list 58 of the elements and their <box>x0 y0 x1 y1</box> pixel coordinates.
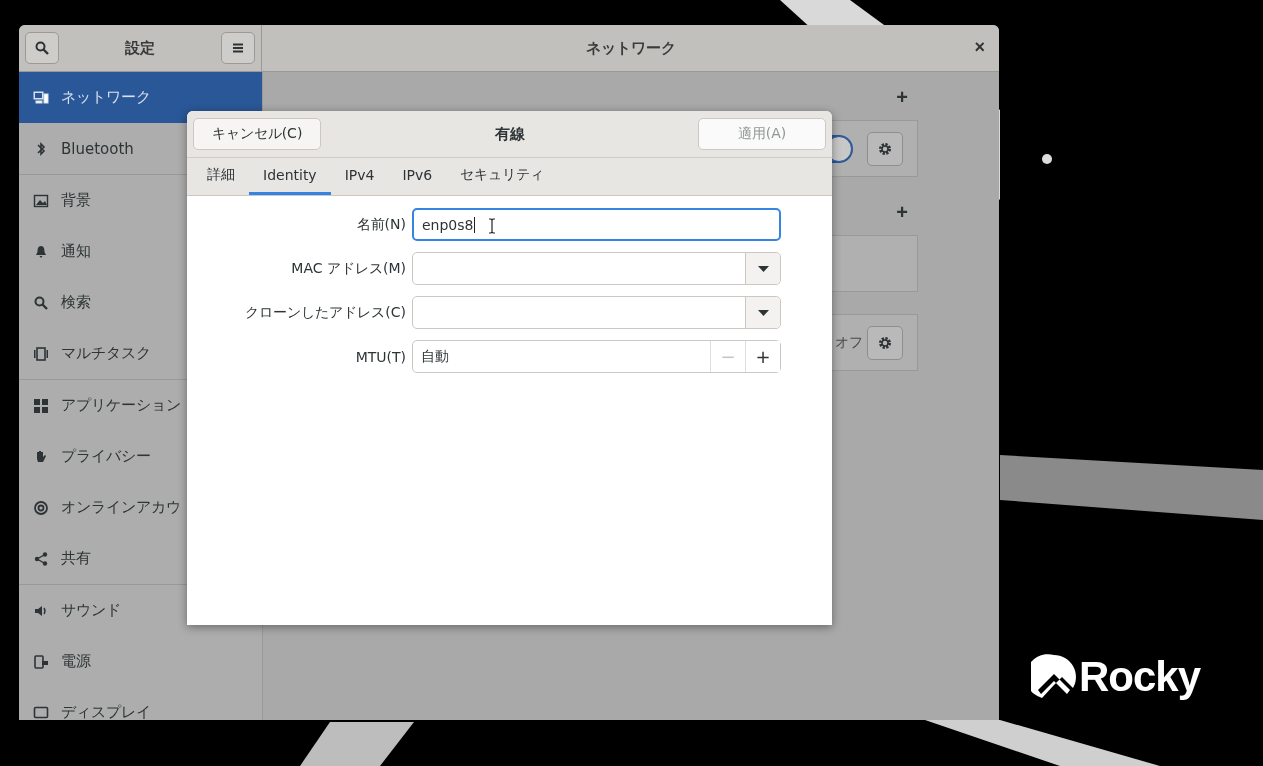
sidebar-item[interactable]: 通知 <box>19 226 262 277</box>
menu-button[interactable] <box>221 32 255 64</box>
sidebar-item[interactable]: アプリケーション <box>19 380 262 431</box>
field-label: 名前(N) <box>355 215 406 234</box>
settings-button[interactable] <box>867 325 903 360</box>
sidebar-item-icon <box>33 89 49 106</box>
dropdown-button[interactable] <box>745 253 780 284</box>
combo-field[interactable] <box>412 252 781 285</box>
tab[interactable]: IPv6 <box>388 158 447 195</box>
settings-icon <box>878 335 892 350</box>
combo-field[interactable] <box>412 296 781 329</box>
window-title: ネットワーク <box>585 38 676 58</box>
caret-icon <box>757 265 769 272</box>
increment-button[interactable]: + <box>745 341 780 372</box>
sidebar-item[interactable]: 共有 <box>19 533 262 584</box>
add-button[interactable]: + <box>892 84 912 110</box>
sidebar-item[interactable]: プライバシー <box>19 431 262 482</box>
text-cursor-icon <box>488 218 496 234</box>
settings-button[interactable] <box>867 131 903 166</box>
search-button[interactable] <box>25 32 59 64</box>
dialog-title: 有線 <box>493 124 526 144</box>
sidebar-item[interactable]: マルチタスク <box>19 328 262 379</box>
spin-field[interactable]: 自動 − + <box>412 340 781 373</box>
logo-text: Rocky <box>1079 653 1201 701</box>
add-button[interactable]: + <box>892 199 912 225</box>
sidebar-item-icon <box>33 192 49 209</box>
tab[interactable]: IPv4 <box>330 158 389 195</box>
tab[interactable]: Identity <box>249 158 331 195</box>
sidebar-item[interactable]: 電源 <box>19 636 262 687</box>
sidebar-item[interactable]: サウンド <box>19 585 262 636</box>
close-button[interactable]: × <box>974 37 985 57</box>
sidebar-item-icon <box>33 499 49 516</box>
dropdown-button[interactable] <box>745 297 780 328</box>
sidebar-item-icon <box>33 345 49 362</box>
tab[interactable]: セキュリティ <box>446 158 559 195</box>
sidebar-item-icon <box>33 243 49 260</box>
settings-icon <box>878 141 892 156</box>
cancel-button[interactable]: キャンセル(C) <box>193 118 321 150</box>
tab[interactable]: 詳細 <box>193 158 249 195</box>
field-label: クローンしたアドレス(C) <box>244 303 406 322</box>
logo-icon <box>1031 654 1077 700</box>
wallpaper-dot <box>1042 154 1052 164</box>
sidebar-item-icon <box>33 653 49 670</box>
sidebar-item-icon <box>33 704 49 720</box>
caret-icon <box>757 309 769 316</box>
field-label: MAC アドレス(M) <box>290 259 406 278</box>
name-field[interactable]: enp0s8 <box>412 208 781 241</box>
sidebar-title: 設定 <box>125 38 155 58</box>
sidebar-item[interactable]: ディスプレイ <box>19 687 262 720</box>
menu-icon <box>232 43 244 53</box>
field-label: MTU(T) <box>354 348 406 365</box>
search-icon <box>35 41 49 55</box>
sidebar-item-icon <box>33 397 49 414</box>
sidebar-item-icon <box>33 294 49 311</box>
sidebar-item[interactable]: オンラインアカウ <box>19 482 262 533</box>
status-text: オフ <box>835 333 863 352</box>
sidebar-item-icon <box>33 550 49 567</box>
sidebar-item[interactable]: ネットワーク <box>19 72 262 123</box>
